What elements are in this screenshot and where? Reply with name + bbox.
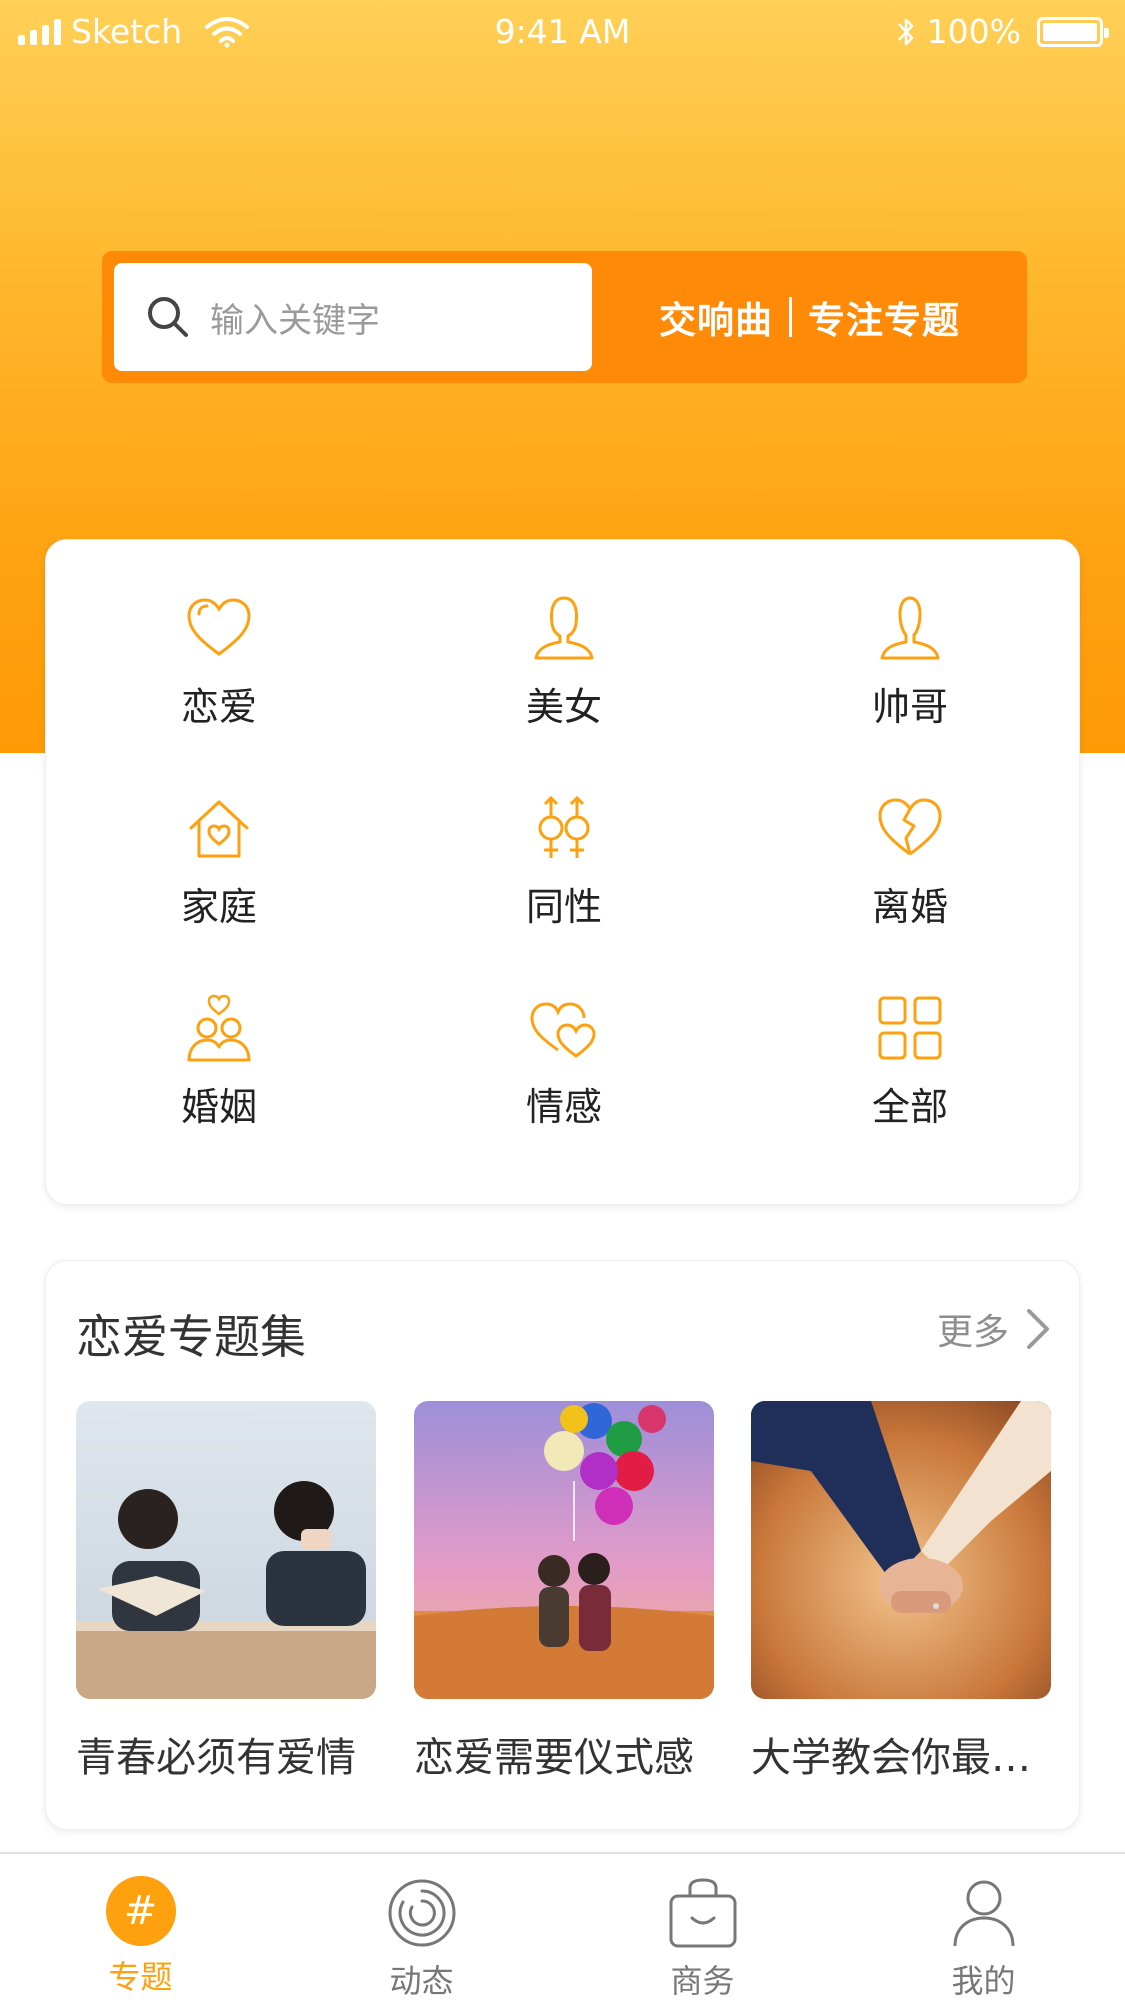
double-heart-icon bbox=[530, 1002, 596, 1058]
tab-business[interactable]: 商务 bbox=[562, 1854, 843, 2003]
house-heart-icon bbox=[189, 800, 249, 858]
category-divorce[interactable]: 离婚 bbox=[810, 792, 1010, 931]
more-label: 更多 bbox=[936, 1312, 1009, 1353]
category-label: 同性 bbox=[525, 885, 602, 929]
woman-icon bbox=[534, 596, 594, 660]
category-label: 情感 bbox=[525, 1085, 602, 1129]
topic-caption: 大学教会你最… bbox=[751, 1735, 1031, 1781]
hash-icon: # bbox=[105, 1876, 176, 1946]
tab-topics[interactable]: # 专题 bbox=[0, 1854, 281, 2003]
category-label: 离婚 bbox=[871, 885, 948, 929]
category-all[interactable]: 全部 bbox=[810, 992, 1010, 1131]
status-bar: Sketch 9:41 AM 100% bbox=[0, 0, 1125, 64]
heart-icon bbox=[187, 598, 251, 656]
tab-bar: # 专题 动态 商务 我的 bbox=[0, 1852, 1125, 2003]
grid-icon bbox=[878, 996, 942, 1060]
slogan-divider bbox=[789, 297, 792, 337]
bluetooth-icon bbox=[897, 18, 913, 45]
category-love[interactable]: 恋爱 bbox=[119, 592, 319, 731]
topic-item[interactable]: 青春必须有爱情 bbox=[76, 1401, 376, 1783]
couple-icon bbox=[187, 994, 251, 1062]
topic-image-students bbox=[76, 1401, 376, 1699]
category-beauty[interactable]: 美女 bbox=[464, 592, 664, 731]
search-icon bbox=[148, 297, 188, 337]
category-handsome[interactable]: 帅哥 bbox=[810, 592, 1010, 731]
category-card: 恋爱 美女 帅哥 家庭 同性 离婚 婚姻 情感 全部 bbox=[45, 539, 1080, 1205]
battery-icon bbox=[1037, 16, 1109, 47]
topic-item[interactable]: 大学教会你最… bbox=[751, 1401, 1051, 1783]
category-label: 婚姻 bbox=[180, 1085, 257, 1129]
category-label: 美女 bbox=[525, 685, 602, 729]
man-icon bbox=[880, 596, 940, 660]
activity-icon bbox=[388, 1879, 455, 1947]
topic-caption: 恋爱需要仪式感 bbox=[414, 1735, 694, 1781]
topic-item[interactable]: 恋爱需要仪式感 bbox=[414, 1401, 714, 1783]
topic-caption: 青春必须有爱情 bbox=[76, 1735, 356, 1781]
category-label: 全部 bbox=[871, 1085, 948, 1129]
topic-image-balloons bbox=[414, 1401, 714, 1699]
tab-activity[interactable]: 动态 bbox=[281, 1854, 562, 2003]
same-sex-icon bbox=[538, 795, 590, 858]
battery-percent: 100% bbox=[926, 12, 1021, 51]
section-title: 恋爱专题集 bbox=[76, 1310, 306, 1364]
search-bar: 输入关键字 交响曲 专注专题 bbox=[102, 251, 1027, 383]
category-family[interactable]: 家庭 bbox=[119, 792, 319, 931]
category-marriage[interactable]: 婚姻 bbox=[119, 992, 319, 1131]
topic-section: 恋爱专题集 更多 青春必须有爱情 恋爱需要仪式感 大学教会你最… bbox=[45, 1260, 1080, 1830]
topic-image-hands bbox=[751, 1401, 1051, 1699]
search-input[interactable]: 输入关键字 bbox=[114, 263, 592, 371]
category-label: 家庭 bbox=[180, 885, 257, 929]
search-slogan: 交响曲 专注专题 bbox=[592, 251, 1027, 383]
category-same-sex[interactable]: 同性 bbox=[464, 792, 664, 931]
category-label: 帅哥 bbox=[871, 685, 948, 729]
slogan-right: 专注专题 bbox=[808, 299, 960, 342]
search-placeholder: 输入关键字 bbox=[210, 300, 380, 341]
tab-label: 动态 bbox=[389, 1962, 454, 2000]
category-emotion[interactable]: 情感 bbox=[464, 992, 664, 1131]
shopping-bag-icon bbox=[669, 1878, 736, 1948]
slogan-left: 交响曲 bbox=[659, 299, 773, 342]
tab-me[interactable]: 我的 bbox=[843, 1854, 1124, 2003]
tab-label: 商务 bbox=[670, 1962, 735, 2000]
person-icon bbox=[953, 1880, 1014, 1947]
chevron-right-icon bbox=[1027, 1309, 1049, 1349]
tab-label: 专题 bbox=[108, 1958, 173, 1996]
tab-label: 我的 bbox=[951, 1962, 1016, 2000]
category-label: 恋爱 bbox=[180, 685, 257, 729]
more-link[interactable]: 更多 bbox=[937, 1303, 1053, 1355]
broken-heart-icon bbox=[878, 798, 942, 856]
